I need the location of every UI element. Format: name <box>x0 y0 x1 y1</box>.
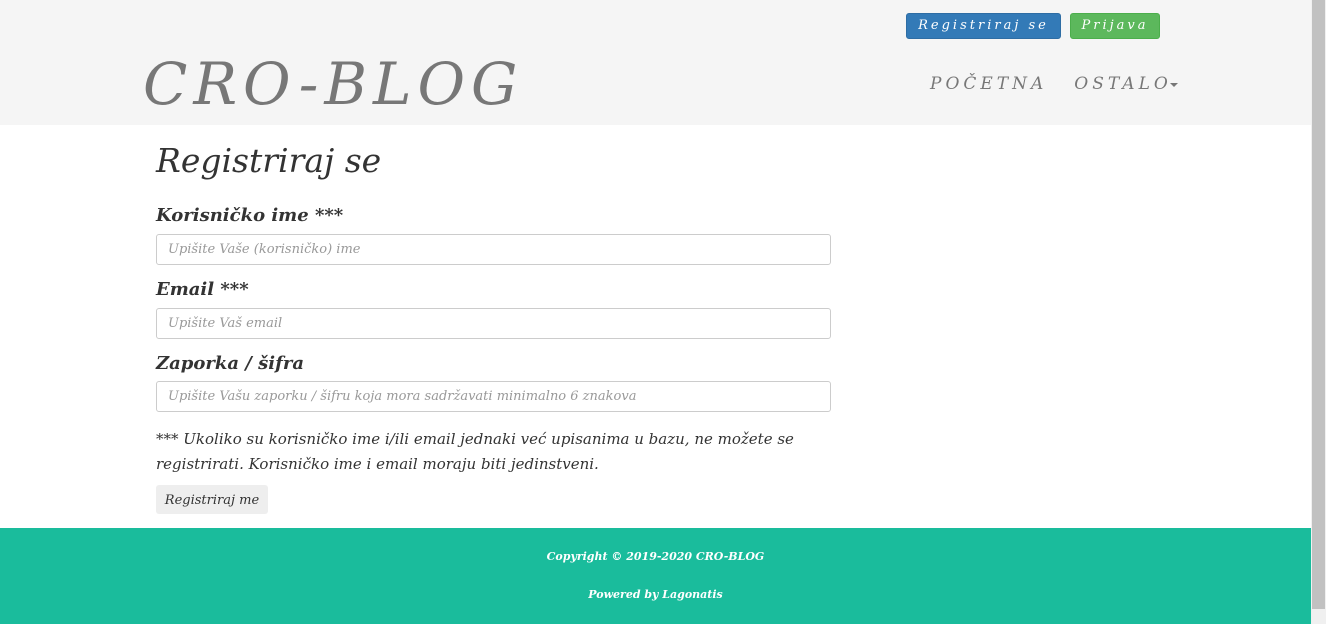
vertical-scrollbar[interactable] <box>1311 0 1326 624</box>
email-input[interactable] <box>156 308 831 339</box>
site-header: Registriraj se Prijava CRO-BLOG POČETNA … <box>0 0 1311 125</box>
powered-by-link[interactable]: Lagonatis <box>662 588 722 601</box>
site-footer: Copyright © 2019-2020 CRO-BLOG Powered b… <box>0 528 1311 624</box>
powered-by-prefix: Powered by <box>588 588 659 601</box>
password-label: Zaporka / šifra <box>156 353 304 374</box>
username-label: Korisničko ime *** <box>156 205 344 226</box>
site-logo[interactable]: CRO-BLOG <box>143 46 523 122</box>
nav-item-other-dropdown[interactable]: OSTALO <box>1074 74 1178 94</box>
page-title: Registriraj se <box>156 141 382 180</box>
username-input[interactable] <box>156 234 831 265</box>
nav-item-other-label: OSTALO <box>1074 74 1172 94</box>
main-nav: POČETNA OSTALO <box>930 72 1178 96</box>
submit-register-button[interactable]: Registriraj me <box>156 485 268 514</box>
password-input[interactable] <box>156 381 831 412</box>
page: Registriraj se Prijava CRO-BLOG POČETNA … <box>0 0 1311 624</box>
footer-copyright: Copyright © 2019-2020 CRO-BLOG <box>546 550 765 563</box>
login-button[interactable]: Prijava <box>1070 13 1160 39</box>
uniqueness-note: *** Ukoliko su korisničko ime i/ili emai… <box>156 430 794 473</box>
scrollbar-thumb[interactable] <box>1312 0 1325 609</box>
register-button[interactable]: Registriraj se <box>906 13 1061 39</box>
footer-powered-by: Powered by Lagonatis <box>0 588 1311 601</box>
email-label: Email *** <box>156 279 249 300</box>
nav-item-home[interactable]: POČETNA <box>930 74 1047 94</box>
caret-down-icon <box>1169 82 1178 87</box>
